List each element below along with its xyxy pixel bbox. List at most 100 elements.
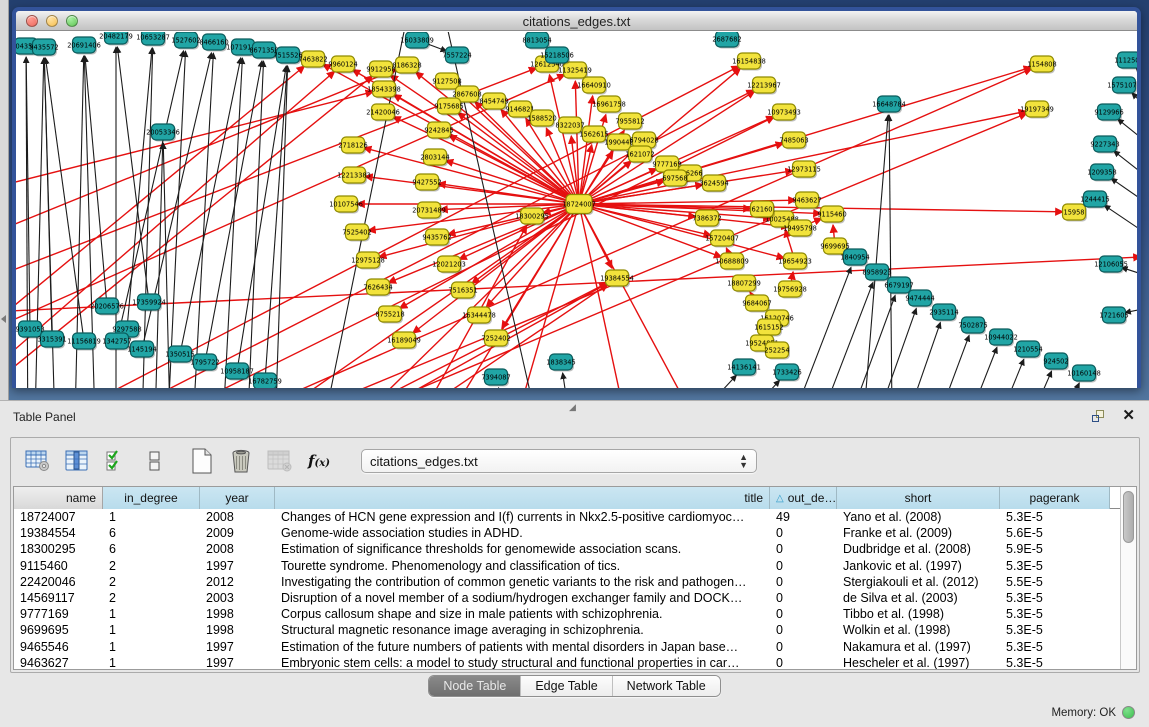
table-cell[interactable]: 0 [770, 574, 837, 590]
table-cell[interactable]: 19384554 [14, 525, 103, 541]
table-settings-button[interactable] [23, 446, 53, 476]
tab-node-table[interactable]: Node Table [429, 676, 521, 696]
table-cell[interactable]: Stergiakouli et al. (2012) [837, 574, 1000, 590]
table-cell[interactable]: 9777169 [14, 606, 103, 622]
network-window-titlebar[interactable]: citations_edges.txt [16, 11, 1137, 31]
table-selector-combo[interactable]: citations_edges.txt ▲▼ [361, 449, 757, 473]
graph-edge[interactable] [166, 51, 185, 388]
west-panel-splitter[interactable] [0, 0, 9, 400]
row-height-button[interactable] [140, 446, 170, 476]
graph-edge[interactable] [706, 380, 780, 388]
table-cell[interactable]: 14569117 [14, 590, 103, 606]
table-cell[interactable]: Changes of HCN gene expression and I(f) … [275, 509, 770, 525]
table-cell[interactable]: 2008 [200, 541, 275, 557]
table-cell[interactable]: 6 [103, 541, 200, 557]
graph-edge[interactable] [1132, 93, 1137, 132]
table-cell[interactable]: Nakamura et al. (1997) [837, 639, 1000, 655]
table-cell[interactable]: Tourette syndrome. Phenomenology and cla… [275, 558, 770, 574]
table-cell[interactable]: 0 [770, 622, 837, 638]
close-panel-icon[interactable]: ✕ [1122, 409, 1135, 423]
table-cell[interactable]: de Silva et al. (2003) [837, 590, 1000, 606]
table-cell[interactable]: Wolkin et al. (1998) [837, 622, 1000, 638]
graph-edge[interactable] [862, 308, 916, 388]
table-row[interactable]: 1456911722003Disruption of a novel membe… [14, 590, 1120, 606]
table-cell[interactable]: 5.9E-5 [1000, 541, 1110, 557]
column-header-year[interactable]: year [200, 487, 275, 509]
table-cell[interactable]: 1 [103, 606, 200, 622]
table-cell[interactable]: 1 [103, 655, 200, 669]
table-cell[interactable]: 1 [103, 622, 200, 638]
select-rows-button[interactable] [101, 446, 131, 476]
table-cell[interactable]: Franke et al. (2009) [837, 525, 1000, 541]
table-cell[interactable]: 2 [103, 574, 200, 590]
table-cell[interactable]: 0 [770, 606, 837, 622]
column-header-short[interactable]: short [837, 487, 1000, 509]
graph-edge[interactable] [952, 347, 997, 388]
table-cell[interactable]: Estimation of the future numbers of pati… [275, 639, 770, 655]
column-header-name[interactable]: name [14, 487, 103, 509]
table-cell[interactable]: Dudbridge et al. (2008) [837, 541, 1000, 557]
column-header-title[interactable]: title [275, 487, 770, 509]
graph-edge[interactable] [1111, 178, 1137, 220]
table-cell[interactable]: Yano et al. (2008) [837, 509, 1000, 525]
table-cell[interactable]: 1 [103, 509, 200, 525]
table-cell[interactable]: Hescheler et al. (1997) [837, 655, 1000, 669]
graph-edge[interactable] [656, 375, 737, 388]
table-vertical-scrollbar[interactable] [1120, 487, 1136, 669]
table-cell[interactable]: 22420046 [14, 574, 103, 590]
table-cell[interactable]: 5.3E-5 [1000, 509, 1110, 525]
table-cell[interactable]: 5.3E-5 [1000, 558, 1110, 574]
table-cell[interactable]: 1997 [200, 558, 275, 574]
graph-edge[interactable] [563, 373, 576, 388]
table-cell[interactable]: Corpus callosum shape and size in male p… [275, 606, 770, 622]
table-cell[interactable]: 1997 [200, 655, 275, 669]
table-cell[interactable]: 0 [770, 655, 837, 669]
table-cell[interactable]: 9115460 [14, 558, 103, 574]
table-cell[interactable]: 5.3E-5 [1000, 606, 1110, 622]
table-cell[interactable]: 0 [770, 525, 837, 541]
graph-edge[interactable] [1042, 383, 1079, 388]
table-cell[interactable]: 2003 [200, 590, 275, 606]
table-cell[interactable]: Genome-wide association studies in ADHD. [275, 525, 770, 541]
table-cell[interactable]: 5.5E-5 [1000, 574, 1110, 590]
table-cell[interactable]: 0 [770, 558, 837, 574]
table-cell[interactable]: Embryonic stem cells: a model to study s… [275, 655, 770, 669]
table-cell[interactable]: Investigating the contribution of common… [275, 574, 770, 590]
table-cell[interactable]: 0 [770, 590, 837, 606]
graph-edge[interactable] [922, 335, 969, 388]
table-cell[interactable]: 2009 [200, 525, 275, 541]
table-cell[interactable]: Estimation of significance thresholds fo… [275, 541, 770, 557]
create-table-button[interactable] [187, 446, 217, 476]
graph-edge[interactable] [804, 282, 873, 388]
table-cell[interactable]: 2 [103, 558, 200, 574]
column-header-in-degree[interactable]: in_degree [103, 487, 200, 509]
graph-edge[interactable] [16, 92, 373, 192]
splitter-collapse-icon[interactable] [1, 315, 6, 323]
table-cell[interactable]: 1998 [200, 622, 275, 638]
graph-edge[interactable] [346, 284, 608, 388]
graph-edge[interactable] [1104, 205, 1137, 247]
table-cell[interactable]: 5.3E-5 [1000, 655, 1110, 669]
float-panel-icon[interactable] [1092, 409, 1106, 423]
table-row[interactable]: 977716911998Corpus callosum shape and si… [14, 606, 1120, 622]
table-cell[interactable]: 1 [103, 639, 200, 655]
table-cell[interactable]: Structural magnetic resonance image aver… [275, 622, 770, 638]
table-cell[interactable]: 0 [770, 541, 837, 557]
table-row[interactable]: 946362711997Embryonic stem cells: a mode… [14, 655, 1120, 669]
table-cell[interactable]: 1997 [200, 639, 275, 655]
graph-edge[interactable] [889, 115, 892, 388]
delete-table-button[interactable] [226, 446, 256, 476]
graph-edge[interactable] [1114, 151, 1137, 192]
graph-edge[interactable] [256, 283, 607, 388]
table-cell[interactable]: 5.3E-5 [1000, 622, 1110, 638]
function-builder-button[interactable]: f(x) [304, 446, 334, 476]
column-header-pagerank[interactable]: pagerank [1000, 487, 1110, 509]
memory-status-icon[interactable] [1122, 706, 1135, 719]
table-cell[interactable]: 9465546 [14, 639, 103, 655]
network-window[interactable]: citations_edges.txt 18724007818632891275… [12, 7, 1141, 388]
tab-edge-table[interactable]: Edge Table [521, 676, 612, 696]
table-cell[interactable]: 18724007 [14, 509, 103, 525]
scrollbar-thumb[interactable] [1123, 491, 1134, 543]
table-cell[interactable]: 1998 [200, 606, 275, 622]
tab-network-table[interactable]: Network Table [613, 676, 720, 696]
